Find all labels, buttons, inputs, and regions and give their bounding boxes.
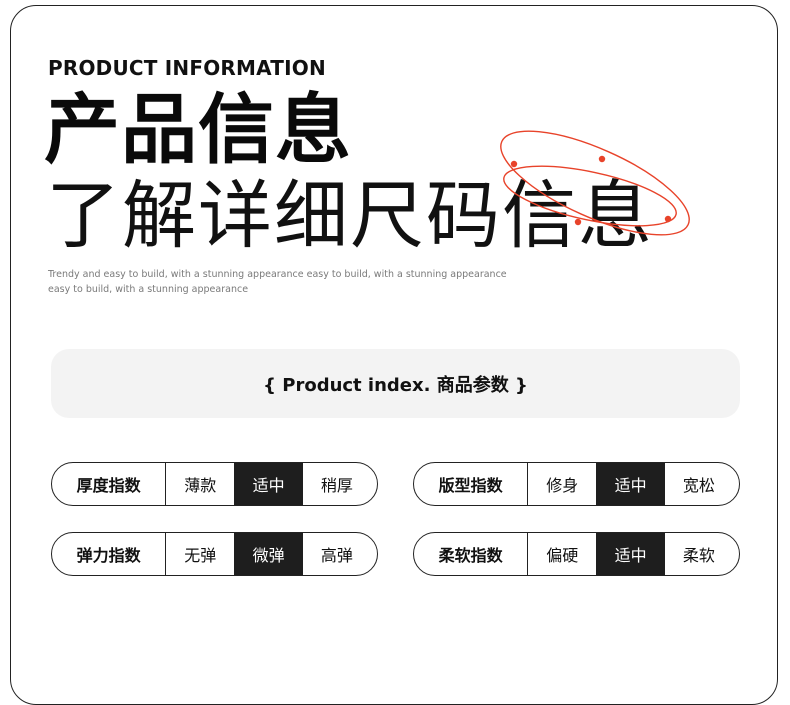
product-index-label: { Product index. 商品参数 } bbox=[263, 374, 528, 396]
index-label: 版型指数 bbox=[414, 463, 529, 505]
index-option[interactable]: 高弹 bbox=[303, 533, 377, 575]
index-pill-fit: 版型指数 修身 适中 宽松 bbox=[413, 462, 740, 506]
orbit-dot-1 bbox=[510, 160, 518, 168]
index-label: 柔软指数 bbox=[414, 533, 529, 575]
orbit-dot-4 bbox=[574, 218, 582, 226]
index-option-selected[interactable]: 微弹 bbox=[234, 533, 303, 575]
index-option-selected[interactable]: 适中 bbox=[596, 533, 665, 575]
index-pill-elasticity: 弹力指数 无弹 微弹 高弹 bbox=[51, 532, 378, 576]
chinese-title: 产品信息 bbox=[44, 85, 352, 174]
description-text: Trendy and easy to build, with a stunnin… bbox=[48, 269, 507, 295]
index-pill-thickness: 厚度指数 薄款 适中 稍厚 bbox=[51, 462, 378, 506]
index-option-selected[interactable]: 适中 bbox=[234, 463, 303, 505]
orbit-dot-2 bbox=[598, 155, 606, 163]
orbit-ring-2 bbox=[503, 165, 677, 227]
index-option[interactable]: 稍厚 bbox=[303, 463, 377, 505]
index-option[interactable]: 薄款 bbox=[166, 463, 234, 505]
index-label: 厚度指数 bbox=[52, 463, 167, 505]
orbit-dot-3 bbox=[664, 215, 672, 223]
index-pill-softness: 柔软指数 偏硬 适中 柔软 bbox=[413, 532, 740, 576]
index-option[interactable]: 宽松 bbox=[665, 463, 739, 505]
index-option[interactable]: 偏硬 bbox=[528, 533, 596, 575]
index-option[interactable]: 修身 bbox=[528, 463, 596, 505]
orbit-ring-1 bbox=[500, 130, 690, 236]
index-option[interactable]: 无弹 bbox=[166, 533, 234, 575]
index-option-selected[interactable]: 适中 bbox=[596, 463, 665, 505]
index-option[interactable]: 柔软 bbox=[665, 533, 739, 575]
orbit-decoration-icon bbox=[500, 130, 690, 236]
product-index-banner: { Product index. 商品参数 } bbox=[51, 349, 740, 418]
index-label: 弹力指数 bbox=[52, 533, 167, 575]
english-title: PRODUCT INFORMATION bbox=[48, 56, 326, 80]
